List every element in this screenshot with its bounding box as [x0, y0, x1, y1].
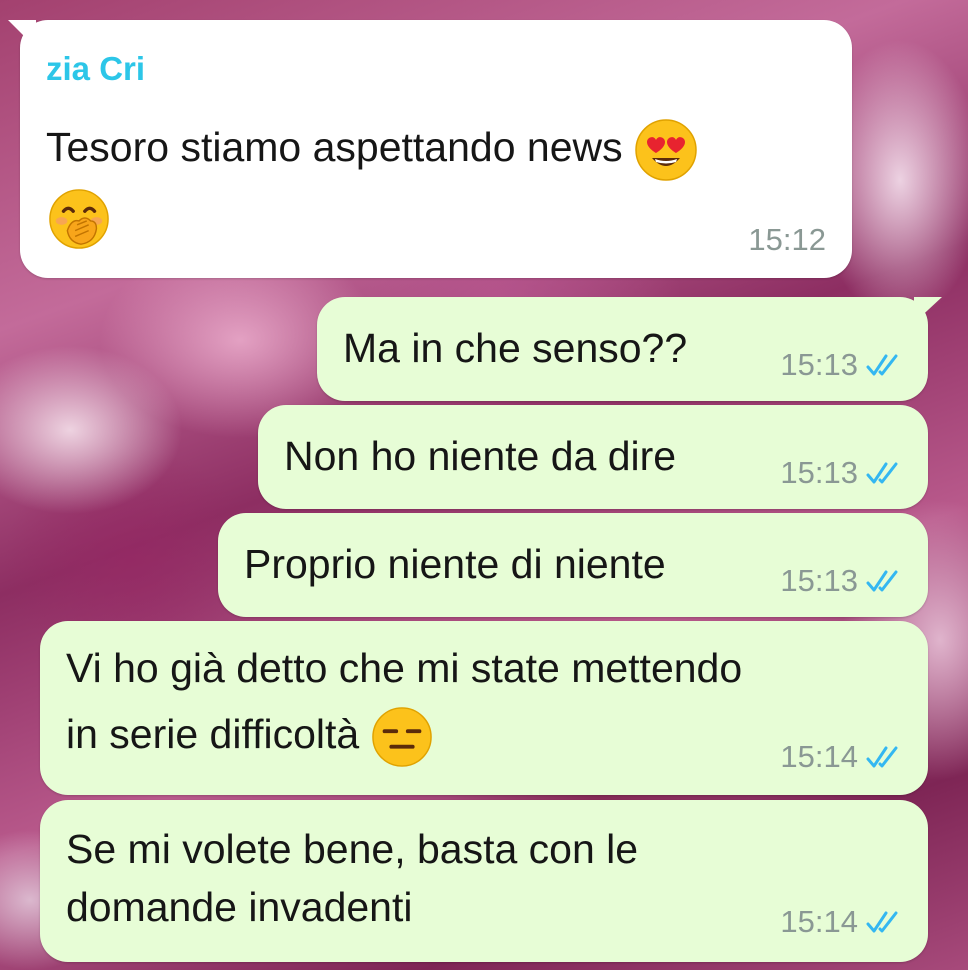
message-meta: 15:14 [780, 739, 902, 775]
message-bubble-outgoing[interactable]: Vi ho già detto che mi state mettendo in… [40, 621, 928, 795]
read-ticks-icon [866, 745, 902, 769]
message-text: Non ho niente da dire [284, 433, 677, 479]
message-meta: 15:13 [780, 563, 902, 599]
read-ticks-icon [866, 461, 902, 485]
message-time: 15:14 [780, 904, 858, 939]
message-bubble-outgoing[interactable]: Se mi volete bene, basta con le domande … [40, 800, 928, 962]
message-time: 15:12 [748, 222, 826, 257]
message-text: Proprio niente di niente [244, 541, 666, 587]
message-bubble-outgoing[interactable]: Ma in che senso?? 15:13 [317, 297, 942, 401]
message-text: Ma in che senso?? [343, 325, 688, 371]
message-bubble-outgoing[interactable]: Proprio niente di niente 15:13 [218, 513, 928, 617]
chat-thread: zia Cri Tesoro stiamo aspettando news 15… [0, 0, 968, 970]
message-meta: 15:13 [780, 455, 902, 491]
hand-over-mouth-emoji [48, 188, 110, 250]
message-text-line: domande invadenti [66, 884, 413, 930]
message-bubble-incoming[interactable]: zia Cri Tesoro stiamo aspettando news 15… [8, 20, 852, 278]
sender-name[interactable]: zia Cri [46, 50, 145, 88]
read-ticks-icon [866, 569, 902, 593]
message-text-line: Vi ho già detto che mi state mettendo [66, 645, 743, 691]
read-ticks-icon [866, 910, 902, 934]
message-time: 15:13 [780, 347, 858, 382]
expressionless-emoji [371, 707, 433, 767]
message-time: 15:13 [780, 563, 858, 598]
message-text-line: Tesoro stiamo aspettando news [46, 124, 623, 170]
message-meta: 15:12 [748, 222, 826, 258]
message-text: in serie difficoltà [66, 705, 433, 768]
message-text-line: Se mi volete bene, basta con le [66, 826, 639, 872]
message-time: 15:14 [780, 739, 858, 774]
message-meta: 15:13 [780, 347, 902, 383]
bubble-tail [8, 20, 36, 48]
message-bubble-outgoing[interactable]: Non ho niente da dire 15:13 [258, 405, 928, 509]
heart-eyes-emoji [634, 119, 698, 181]
message-time: 15:13 [780, 455, 858, 490]
message-text: Tesoro stiamo aspettando news [46, 118, 698, 182]
message-text-line: in serie difficoltà [66, 711, 360, 757]
read-ticks-icon [866, 353, 902, 377]
bubble-tail [914, 297, 942, 323]
message-meta: 15:14 [780, 904, 902, 940]
